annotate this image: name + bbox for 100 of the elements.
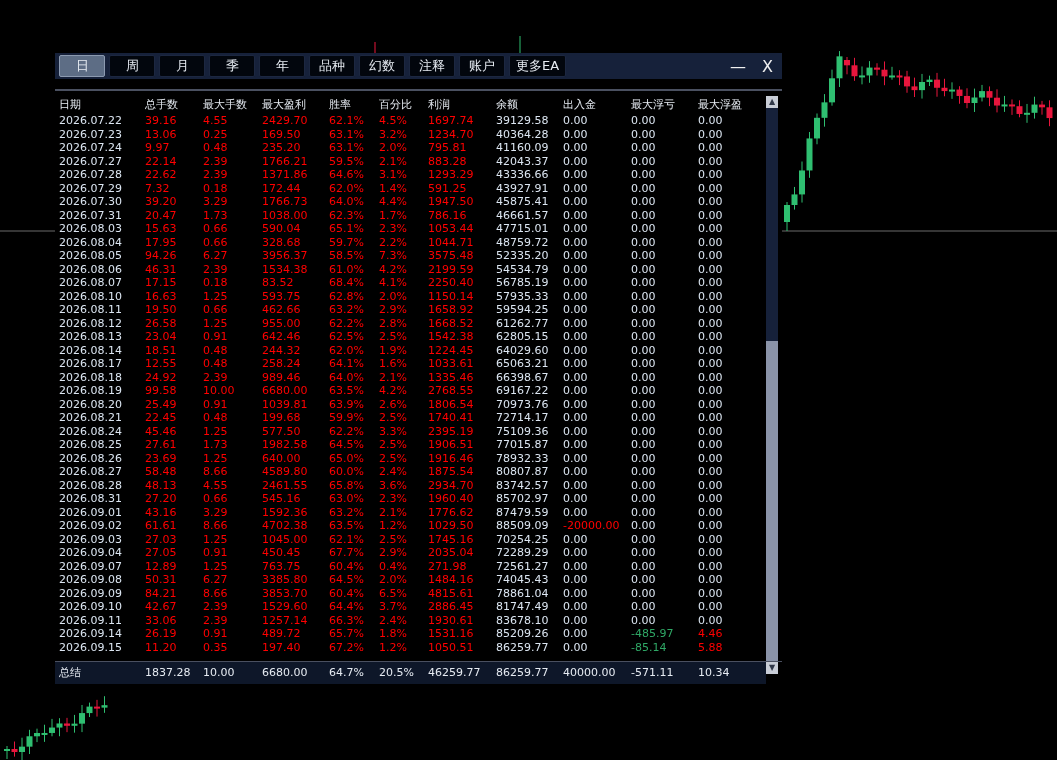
table-cell-text: 0.00 xyxy=(563,235,589,249)
column-header: 日期 xyxy=(59,97,82,113)
table-cell-text: 25.49 xyxy=(145,397,178,411)
column-header: 最大浮盈 xyxy=(698,97,743,113)
table-cell-text: 0.91 xyxy=(203,397,229,411)
table-cell-text: 1697.74 xyxy=(428,114,475,128)
table-cell-text: 1.73 xyxy=(203,208,229,222)
period-tab[interactable]: 注释 xyxy=(409,55,455,77)
table-cell-text: 3853.70 xyxy=(262,586,309,600)
table-cell-text: 1.2% xyxy=(379,519,408,533)
period-tab[interactable]: 品种 xyxy=(309,55,355,77)
table-cell-text: 169.50 xyxy=(262,127,302,141)
table-cell-text: 763.75 xyxy=(262,559,302,573)
table-cell-text: 64.5% xyxy=(329,438,365,452)
table-cell-text: 1947.50 xyxy=(428,195,475,209)
table-cell-text: 0.00 xyxy=(631,181,657,195)
table-cell-text: 0.00 xyxy=(698,235,724,249)
table-cell-text: 2026.07.22 xyxy=(59,114,123,128)
period-tab[interactable]: 周 xyxy=(109,55,155,77)
table-cell-text: 78861.04 xyxy=(496,586,550,600)
scroll-up-button[interactable]: ▲ xyxy=(766,96,778,108)
table-cell-text: 22.45 xyxy=(145,411,178,425)
table-cell-text: 2026.09.11 xyxy=(59,613,123,627)
table-cell-text: 56785.19 xyxy=(496,276,550,290)
table-cell-text: 1766.73 xyxy=(262,195,309,209)
table-cell-text: 0.00 xyxy=(563,478,589,492)
table-cell-text: 0.00 xyxy=(698,505,724,519)
table-cell-text: 1335.46 xyxy=(428,370,475,384)
table-cell-text: 0.00 xyxy=(631,451,657,465)
table-cell-text: 2026.08.19 xyxy=(59,384,123,398)
table-cell-text: 1224.45 xyxy=(428,343,475,357)
table-cell-text: 0.00 xyxy=(698,492,724,506)
table-cell-text: 1542.38 xyxy=(428,330,475,344)
period-tab[interactable]: 更多EA xyxy=(509,55,567,77)
table-cell-text: 18.51 xyxy=(145,343,178,357)
table-cell-text: 59.9% xyxy=(329,411,365,425)
table-cell-text: 83.52 xyxy=(262,276,295,290)
table-cell-text: 64029.60 xyxy=(496,343,550,357)
table-cell-text: 63.9% xyxy=(329,397,365,411)
table-cell-text: 2.1% xyxy=(379,505,408,519)
table-cell-text: 1916.46 xyxy=(428,451,475,465)
close-button[interactable]: X xyxy=(756,56,779,76)
table-cell-text: 62.1% xyxy=(329,114,365,128)
period-tab[interactable]: 月 xyxy=(159,55,205,77)
minimize-button[interactable]: — xyxy=(724,56,753,76)
column-header: 余额 xyxy=(496,97,519,113)
table-cell-text: 63.1% xyxy=(329,141,365,155)
table-cell-text: 86259.77 xyxy=(496,640,550,654)
table-cell-text: 1234.70 xyxy=(428,127,475,141)
table-cell-text: 64.6% xyxy=(329,168,365,182)
table-cell-text: 62.2% xyxy=(329,316,365,330)
table-cell-text: 63.2% xyxy=(329,303,365,317)
table-cell-text: 235.20 xyxy=(262,141,302,155)
table-cell-text: 80807.87 xyxy=(496,465,550,479)
table-cell-text: 0.00 xyxy=(698,127,724,141)
period-tab[interactable]: 季 xyxy=(209,55,255,77)
period-tab[interactable]: 账户 xyxy=(459,55,505,77)
table-cell-text: 2026.08.05 xyxy=(59,249,123,263)
table-cell-text: 545.16 xyxy=(262,492,302,506)
table-cell-text: 4702.38 xyxy=(262,519,309,533)
table-cell-text: -85.14 xyxy=(631,640,668,654)
table-cell-text: 65.0% xyxy=(329,451,365,465)
table-cell-text: 2026.08.14 xyxy=(59,343,123,357)
table-cell-text: 17.95 xyxy=(145,235,178,249)
table-cell-text: 27.61 xyxy=(145,438,178,452)
table-cell-text: 2.39 xyxy=(203,154,229,168)
table-cell-text: 65063.21 xyxy=(496,357,550,371)
table-cell-text: 0.00 xyxy=(563,195,589,209)
period-tab[interactable]: 日 xyxy=(59,55,105,77)
table-cell-text: 0.00 xyxy=(698,586,724,600)
table-cell-text: 26.19 xyxy=(145,627,178,641)
table-cell-text: 68.4% xyxy=(329,276,365,290)
period-tab[interactable]: 年 xyxy=(259,55,305,77)
table-cell-text: 0.00 xyxy=(631,505,657,519)
scroll-thumb[interactable] xyxy=(766,341,778,661)
scroll-down-button[interactable]: ▼ xyxy=(766,662,778,674)
table-cell-text: 0.00 xyxy=(698,141,724,155)
table-cell-text: 10.00 xyxy=(203,384,236,398)
table-cell-text: 4.5% xyxy=(379,114,408,128)
table-cell-text: 0.48 xyxy=(203,141,229,155)
table-cell-text: 2026.08.31 xyxy=(59,492,123,506)
table-cell-text: 0.00 xyxy=(698,370,724,384)
table-cell-text: 0.00 xyxy=(563,613,589,627)
table-cell-text: 2035.04 xyxy=(428,546,475,560)
table-cell-text: 52335.20 xyxy=(496,249,550,263)
scrollbar[interactable]: ▲ xyxy=(766,96,778,661)
table-cell-text: 62.5% xyxy=(329,330,365,344)
table-cell-text: 4.1% xyxy=(379,276,408,290)
table-cell-text: 9.97 xyxy=(145,141,171,155)
period-tab[interactable]: 幻数 xyxy=(359,55,405,77)
table-cell-text: 0.25 xyxy=(203,127,229,141)
table-cell-text: 0.00 xyxy=(563,181,589,195)
table-cell-text: 46661.57 xyxy=(496,208,550,222)
table-cell-text: 27.03 xyxy=(145,532,178,546)
table-cell-text: 12.55 xyxy=(145,357,178,371)
table-cell-text: 955.00 xyxy=(262,316,302,330)
column-header: 最大盈利 xyxy=(262,97,307,113)
table-cell-text: 0.00 xyxy=(563,276,589,290)
table-cell-text: 1.4% xyxy=(379,181,408,195)
table-cell-text: 0.00 xyxy=(631,438,657,452)
